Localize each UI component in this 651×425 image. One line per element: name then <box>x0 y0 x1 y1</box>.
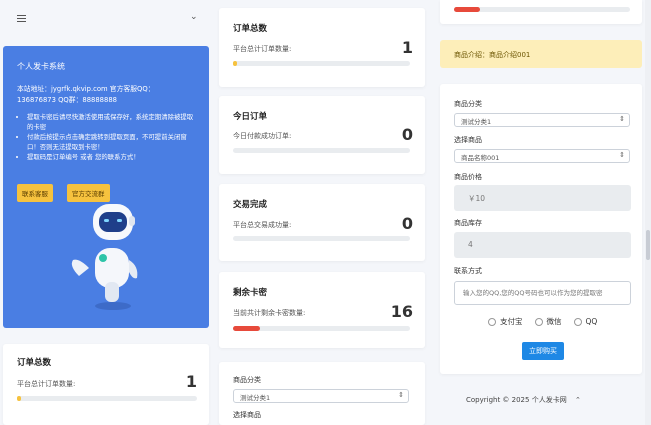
contact-label: 联系方式 <box>454 267 482 275</box>
pay-option-qq[interactable]: QQ <box>573 316 598 327</box>
pay-option-wechat[interactable]: 微信 <box>534 316 562 327</box>
card-value: 1 <box>185 372 197 391</box>
product-intro-text: 商品介绍：商品介绍001 <box>454 51 531 59</box>
chevron-down-icon[interactable]: ⌄ <box>190 12 198 22</box>
progress-fill <box>454 7 481 12</box>
progress-bar <box>233 148 410 153</box>
notice-item: 提取卡密后请尽快激活使用或保存好，系统定期清除被提取的卡密 <box>27 112 197 132</box>
progress-bar <box>233 236 410 241</box>
progress-bar <box>233 326 410 331</box>
price-field: ￥10 <box>454 185 631 211</box>
caret-icon: ⌃ <box>574 396 581 404</box>
purchase-form-card: 商品分类 测试分类1 ⇕ 选择商品 商品名称001 ⇕ 商品价格 ￥10 商品库… <box>440 84 642 374</box>
radio-icon <box>573 317 582 326</box>
progress-fill <box>233 61 237 66</box>
robot-illustration <box>71 204 138 310</box>
card-title: 剩余卡密 <box>233 288 268 298</box>
price-label: 商品价格 <box>454 173 482 181</box>
notice-item: 提取码是订单编号 或者 您的联系方式！ <box>27 152 197 162</box>
buy-now-button[interactable]: 立即购买 <box>522 342 564 360</box>
progress-fill <box>233 326 260 331</box>
card-title: 订单总数 <box>233 24 268 34</box>
progress-bar <box>17 396 197 401</box>
contact-input[interactable] <box>454 281 631 305</box>
stock-label: 商品库存 <box>454 219 482 227</box>
notice-card: 个人发卡系统 本站地址：jygrfk.qkvip.com 官方客服QQ： 136… <box>3 46 209 328</box>
category-value: 测试分类1 <box>461 118 492 126</box>
pay-option-label: 微信 <box>546 317 562 326</box>
stat-card-today: 今日订单 今日付款成功订单: 0 <box>219 96 425 174</box>
select-arrows-icon: ⇕ <box>619 115 625 123</box>
product-label: 选择商品 <box>454 136 482 144</box>
card-title: 交易完成 <box>233 200 268 210</box>
stock-field: 4 <box>454 232 631 258</box>
select-arrows-icon: ⇕ <box>398 391 404 399</box>
card-label: 当前共计剩余卡密数量: <box>233 309 306 317</box>
copyright-text: Copyright © 2025 个人发卡网 <box>466 396 567 404</box>
notice-title: 个人发卡系统 <box>17 62 65 71</box>
notice-list: 提取卡密后请尽快激活使用或保存好，系统定期清除被提取的卡密 付款后按提示点击确定… <box>17 112 197 162</box>
radio-icon <box>488 317 496 326</box>
card-title: 订单总数 <box>17 358 52 368</box>
scrollbar-thumb[interactable] <box>646 230 650 260</box>
category-value: 测试分类1 <box>240 394 271 402</box>
card-label: 平台总计订单数量: <box>233 45 292 53</box>
category-select[interactable]: 测试分类1 ⇕ <box>454 113 630 127</box>
progress-bar <box>454 7 630 12</box>
select-arrows-icon: ⇕ <box>619 151 625 159</box>
left-order-total-card: 订单总数 平台总计订单数量: 1 <box>3 344 209 425</box>
pay-option-label: 支付宝 <box>500 317 523 326</box>
contact-service-button[interactable]: 联系客服 <box>17 184 53 202</box>
payment-options: 支付宝 微信 QQ <box>488 316 597 327</box>
right-top-card <box>440 0 642 24</box>
category-label: 商品分类 <box>233 376 261 384</box>
stat-card-remaining: 剩余卡密 当前共计剩余卡密数量: 16 <box>219 272 425 348</box>
product-select[interactable]: 商品名称001 ⇕ <box>454 149 630 163</box>
pay-option-alipay[interactable]: 支付宝 <box>488 316 523 327</box>
radio-icon <box>534 317 543 326</box>
progress-bar <box>233 61 410 66</box>
category-label: 商品分类 <box>454 100 482 108</box>
card-value: 0 <box>401 125 413 144</box>
scrollbar[interactable] <box>645 0 651 425</box>
product-value: 商品名称001 <box>461 154 500 162</box>
product-intro-box: 商品介绍：商品介绍001 <box>440 40 642 68</box>
site-info-line1: 本站地址：jygrfk.qkvip.com 官方客服QQ： <box>17 85 155 93</box>
category-select[interactable]: 测试分类1 ⇕ <box>233 389 409 403</box>
hamburger-icon[interactable] <box>17 15 26 23</box>
site-info-line2: 136876873 QQ群：88888888 <box>17 96 117 104</box>
card-value: 16 <box>390 302 413 321</box>
notice-item: 付款后按提示点击确定跳转到提取页面，不可提前关闭窗口！否则无法提取到卡密！ <box>27 132 197 152</box>
pay-option-label: QQ <box>585 317 598 326</box>
card-label: 平台总计订单数量: <box>17 380 76 388</box>
stat-card-orders: 订单总数 平台总计订单数量: 1 <box>219 8 425 87</box>
card-label: 今日付款成功订单: <box>233 132 292 140</box>
card-value: 0 <box>401 214 413 233</box>
card-value: 1 <box>401 38 413 57</box>
product-label: 选择商品 <box>233 411 261 419</box>
card-label: 平台总交易成功量: <box>233 221 292 229</box>
progress-fill <box>17 396 21 401</box>
mid-order-form-card: 商品分类 测试分类1 ⇕ 选择商品 <box>219 362 425 425</box>
card-title: 今日订单 <box>233 112 268 122</box>
stat-card-completed: 交易完成 平台总交易成功量: 0 <box>219 184 425 261</box>
footer-copyright: Copyright © 2025 个人发卡网 ⌃ <box>466 395 581 405</box>
